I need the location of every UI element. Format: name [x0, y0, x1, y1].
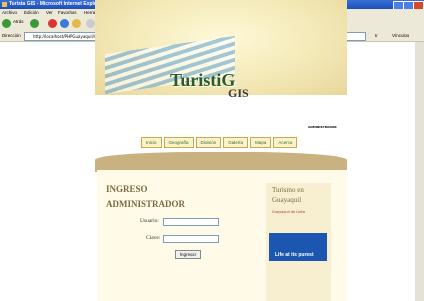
back-icon[interactable]: [2, 19, 11, 28]
login-subtitle: ADMINISTRADOR: [106, 199, 186, 209]
window-title: Turista GIS - Microsoft Internet Explore…: [9, 1, 104, 7]
submit-button[interactable]: Ingresar: [175, 250, 201, 259]
nav-geografia[interactable]: Geografía: [163, 137, 194, 148]
password-input[interactable]: [163, 235, 219, 243]
user-label: Usuario:: [140, 218, 159, 224]
user-input[interactable]: [163, 218, 219, 226]
admin-badge: ADMINISTRADOR: [308, 125, 337, 129]
links-label[interactable]: Vínculos: [392, 33, 409, 38]
nav-acerca[interactable]: Acerca: [273, 137, 298, 148]
menu-ver[interactable]: Ver: [46, 10, 53, 15]
menu-favoritos[interactable]: Favoritos: [58, 10, 77, 15]
refresh-icon[interactable]: [60, 19, 69, 28]
vertical-scrollbar[interactable]: [415, 42, 424, 301]
go-button[interactable]: Ir: [375, 33, 378, 38]
site-logo: TuristiG: [170, 70, 236, 90]
promo-text: Life at its purest: [275, 252, 314, 258]
nav-mapa[interactable]: Mapa: [250, 137, 272, 148]
menu-archivo[interactable]: Archivo: [2, 10, 17, 15]
nav-inicio[interactable]: Inicio: [141, 137, 162, 148]
back-label[interactable]: Atrás: [13, 19, 24, 24]
address-label: Dirección: [2, 33, 21, 38]
site-logo-gis: GIS: [228, 86, 249, 100]
sidebar-link[interactable]: Guayaquil de Lleta: [272, 210, 305, 214]
home-icon[interactable]: [72, 19, 81, 28]
stop-icon[interactable]: [48, 19, 57, 28]
forward-icon[interactable]: [30, 19, 39, 28]
main-nav: Inicio Geografía División Galería Mapa A…: [141, 137, 298, 148]
sidebar-title: Turismo en Guayaquil: [272, 186, 304, 204]
menu-edicion[interactable]: Edición: [24, 10, 39, 15]
search-icon[interactable]: [86, 19, 95, 28]
login-title: INGRESO: [106, 184, 148, 194]
promo-banner[interactable]: Life at its purest: [269, 233, 327, 261]
nav-galeria[interactable]: Galería: [223, 137, 249, 148]
parchment-decoration: [95, 152, 347, 172]
ie-icon: [2, 2, 7, 7]
password-label: Clave:: [146, 235, 161, 241]
nav-division[interactable]: División: [195, 137, 222, 148]
